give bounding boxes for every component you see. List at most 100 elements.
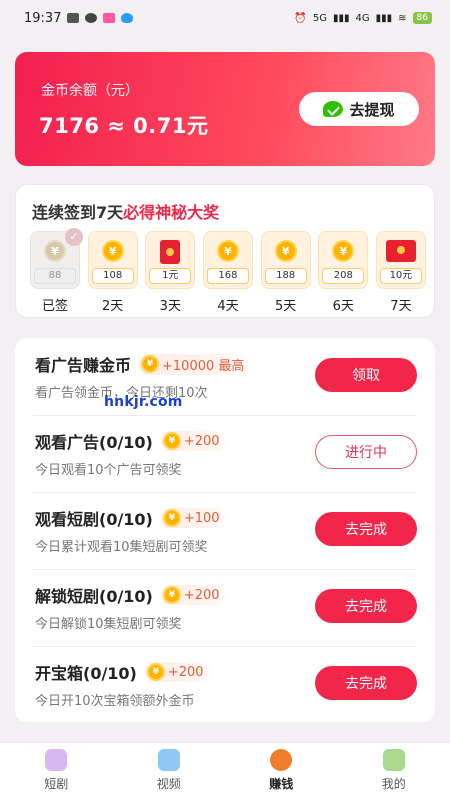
task-title-row: 看广告赚金币 ¥ +10000 最高 [35,352,253,376]
checkin-title: 连续签到7天必得神秘大奖 [32,199,219,223]
battery-indicator: 86 [412,12,432,24]
red-packet-icon [385,240,416,262]
coin-icon: ¥ [162,586,181,604]
checkin-day[interactable]: ¥88 ✓ 已签 [30,228,83,314]
notification-icon [67,13,80,23]
task-title: 解锁短剧(0/10) [35,587,153,606]
coin-icon: ¥ [146,663,165,681]
coin-icon: ¥ [162,432,181,450]
task-reward-value: +100 [183,510,220,526]
task-reward: ¥ +100 [160,508,228,528]
drama-icon [45,749,68,771]
checkin-day-box: ¥108 [87,231,138,289]
tab-label: 短剧 [44,777,69,791]
red-packet-icon [160,240,181,264]
coin-icon: ¥ [141,355,160,373]
task-action-button[interactable]: 去完成 [315,512,417,546]
alarm-icon: ⏰ [294,12,307,24]
checkin-day-label: 3天 [159,299,181,314]
checkin-day-amount: 168 [206,268,249,284]
task-title: 开宝箱(0/10) [35,664,137,683]
earn-icon [270,749,293,771]
task-row: 解锁短剧(0/10) ¥ +200 今日解锁10集短剧可领奖 去完成 [15,569,435,646]
task-title: 观看短剧(0/10) [35,510,153,529]
checkin-day-box: ¥168 [202,231,253,289]
task-description: 今日开10次宝箱领额外金币 [35,694,195,709]
task-action-button[interactable]: 进行中 [315,435,417,469]
checkin-day[interactable]: ¥108 2天 [87,231,138,314]
task-row: 看广告赚金币 ¥ +10000 最高 看广告领金币，今日还剩10次 领取 [15,338,435,415]
checkin-day[interactable]: 1元 3天 [145,231,196,314]
task-title-row: 观看短剧(0/10) ¥ +100 [35,506,228,530]
task-reward: ¥ +200 [144,662,212,682]
checkin-day-box: ¥208 [318,231,369,289]
wechat-icon [323,101,344,117]
checkin-day-amount: 10元 [379,268,422,284]
checkin-day-amount: 208 [322,268,365,284]
coin-icon: ¥ [274,240,297,262]
checkin-days: ¥88 ✓ 已签 ¥108 2天 1元 3天 ¥168 4天 ¥188 5天 ¥208 6天 10元 7天 [30,228,426,314]
task-action-button[interactable]: 领取 [315,358,417,392]
checkin-day-box: ¥188 [260,231,311,289]
task-row: 观看短剧(0/10) ¥ +100 今日累计观看10集短剧可领奖 去完成 [15,492,435,569]
bottom-tab-bar: 短剧 视频 赚钱 我的 [0,742,450,800]
checkin-day-box: ¥88 ✓ [30,228,83,289]
status-time: 19:37 [24,10,62,26]
checkin-title-prefix: 连续签到7天 [32,203,124,222]
tab-label: 我的 [381,777,406,791]
checkin-day-label: 6天 [332,299,354,314]
task-reward: ¥ +10000 最高 [139,353,253,375]
signal-icon: ▮▮▮ [333,12,350,24]
coin-icon: ¥ [101,240,124,262]
checkin-day-box: 10元 [375,231,426,289]
task-title: 观看广告(0/10) [35,433,153,452]
task-row: 开宝箱(0/10) ¥ +200 今日开10次宝箱领额外金币 去完成 [15,646,435,723]
task-action-button[interactable]: 去完成 [315,589,417,623]
task-title-row: 观看广告(0/10) ¥ +200 [35,429,228,453]
tab-label: 赚钱 [269,777,294,791]
task-action-button[interactable]: 去完成 [315,666,417,700]
checkin-day-amount: 88 [34,268,76,284]
task-reward-value: +200 [183,587,220,603]
status-bar: 19:37 ⏰ 5G ▮▮▮ 4G ▮▮▮ ≋ 86 [0,0,450,36]
checkin-day-box: 1元 [145,231,196,289]
checkin-title-highlight: 必得神秘大奖 [123,203,220,222]
tab-drama[interactable]: 短剧 [0,743,113,800]
checkin-day-label: 5天 [274,299,297,314]
video-icon [157,749,180,771]
task-row: 观看广告(0/10) ¥ +200 今日观看10个广告可领奖 进行中 [15,415,435,492]
withdraw-label: 去提现 [349,100,395,119]
checkin-day-label: 4天 [217,299,239,314]
coin-icon: ¥ [162,509,181,527]
balance-value: 7176 ≈ 0.71元 [39,114,209,138]
checkin-day-amount: 188 [264,268,307,284]
checkin-day[interactable]: ¥188 5天 [260,231,311,314]
task-description: 今日累计观看10集短剧可领奖 [35,540,208,555]
app-icon [103,13,116,23]
network-label: 5G [312,12,327,24]
checkin-day[interactable]: ¥168 4天 [202,231,253,314]
app-icon [85,13,98,23]
tasks-card: 看广告赚金币 ¥ +10000 最高 看广告领金币，今日还剩10次 领取 观看广告(0/1… [15,338,435,722]
network-label-2: 4G [355,12,370,24]
task-title-row: 解锁短剧(0/10) ¥ +200 [35,583,228,607]
coin-icon: ¥ [216,240,239,262]
checkin-card: 连续签到7天必得神秘大奖 ¥88 ✓ 已签 ¥108 2天 1元 3天 ¥168 4天 ¥188 5… [15,184,435,318]
checkin-day-amount: 108 [91,268,134,284]
task-reward: ¥ +200 [160,585,228,605]
task-reward-value: +200 [183,433,220,449]
coin-icon: ¥ [332,240,355,262]
withdraw-button[interactable]: 去提现 [299,92,419,126]
wifi-icon: ≋ [398,12,407,24]
tab-label: 视频 [156,777,181,791]
task-description: 今日解锁10集短剧可领奖 [35,617,182,632]
checkin-day[interactable]: 10元 7天 [375,231,426,314]
task-title: 看广告赚金币 [35,356,132,375]
task-reward-value: +10000 最高 [162,358,245,374]
task-reward: ¥ +200 [160,431,228,451]
tab-profile[interactable]: 我的 [338,743,450,800]
tab-video[interactable]: 视频 [113,743,226,800]
tab-earn[interactable]: 赚钱 [225,743,338,800]
task-reward-value: +200 [167,664,204,680]
checkin-day[interactable]: ¥208 6天 [318,231,369,314]
